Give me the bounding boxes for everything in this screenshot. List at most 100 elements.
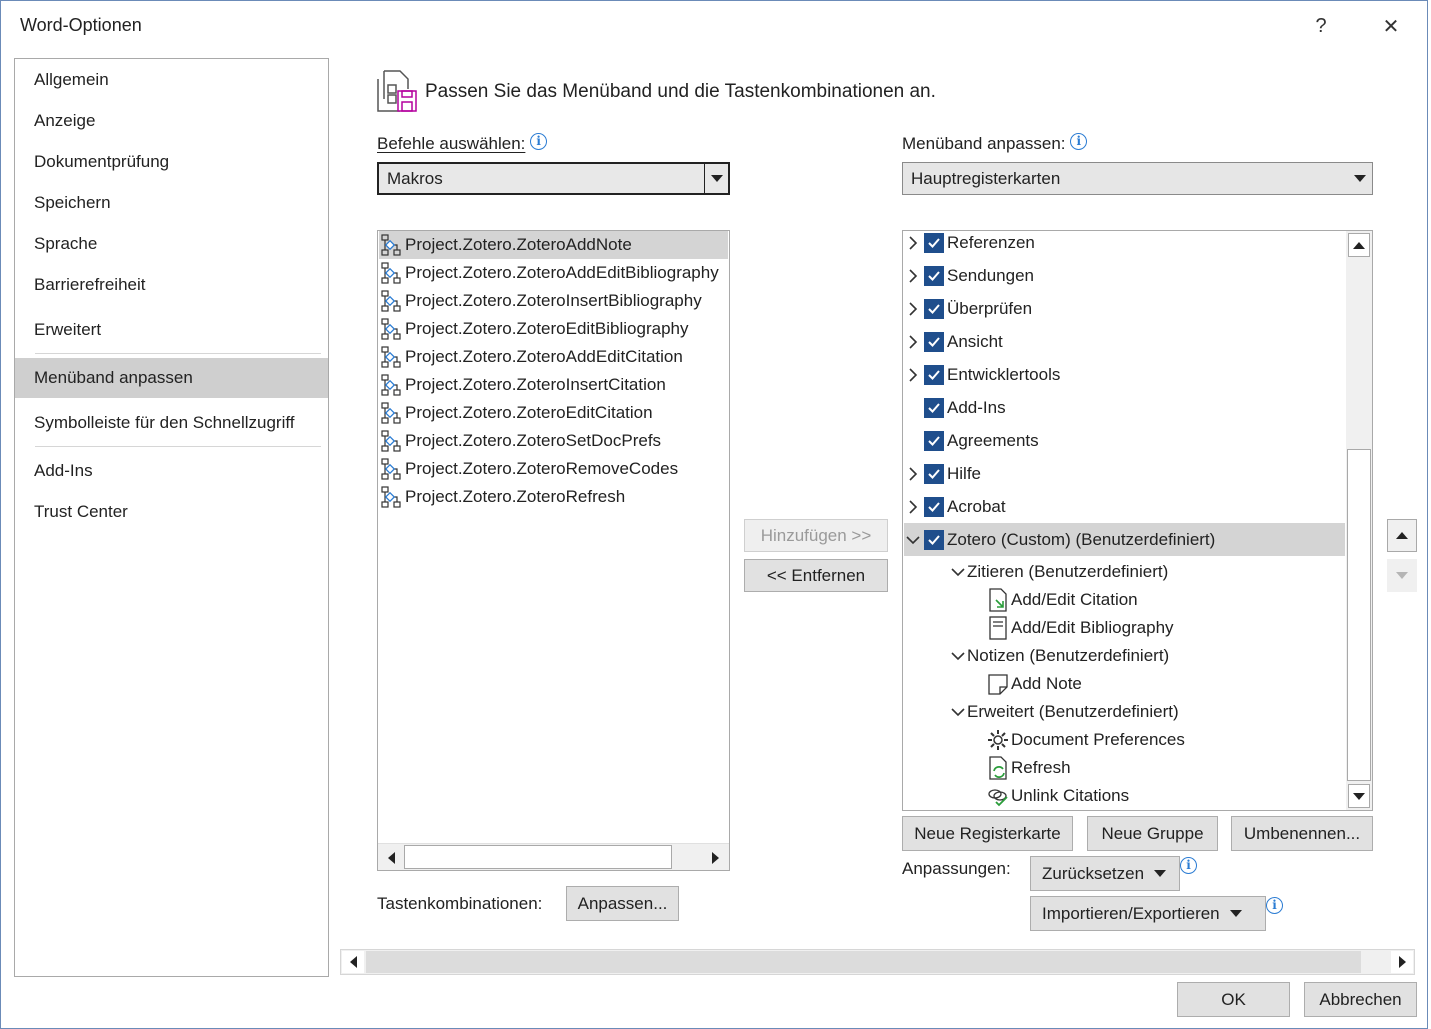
macro-list-item[interactable]: Project.Zotero.ZoteroAddEditCitation <box>379 343 728 371</box>
chevron-down-icon[interactable] <box>949 563 967 581</box>
checkbox[interactable] <box>924 430 944 451</box>
macro-list-item[interactable]: Project.Zotero.ZoteroRefresh <box>379 483 728 511</box>
chevron-right-icon[interactable] <box>904 333 922 351</box>
ribbon-tab-item[interactable]: Hilfe <box>904 457 1344 490</box>
chevron-down-icon[interactable] <box>949 703 967 721</box>
ribbon-tab-item[interactable]: Zotero (Custom) (Benutzerdefiniert) <box>904 523 1345 556</box>
nav-item-barrierefreiheit[interactable]: Barrierefreiheit <box>15 265 328 305</box>
nav-item-anzeige[interactable]: Anzeige <box>15 101 328 141</box>
command-add-note[interactable]: Add Note <box>987 670 1082 698</box>
ribbon-tab-item[interactable]: Acrobat <box>904 490 1344 523</box>
move-down-button[interactable] <box>1387 559 1417 592</box>
checkbox[interactable] <box>924 397 944 418</box>
info-icon[interactable]: i <box>1070 133 1088 150</box>
group-erweitert[interactable]: Erweitert (Benutzerdefiniert) <box>949 698 1179 726</box>
ribbon-tree[interactable]: Referenzen Sendungen Überprüfen Ansicht Entw… <box>902 230 1373 811</box>
checkbox[interactable] <box>924 496 944 517</box>
nav-item-schnellzugriff[interactable]: Symbolleiste für den Schnellzugriff <box>15 403 328 443</box>
macro-icon <box>381 402 401 424</box>
horizontal-scrollbar[interactable] <box>378 843 729 870</box>
add-button[interactable]: Hinzufügen >> <box>744 519 888 552</box>
nav-item-allgemein[interactable]: Allgemein <box>15 60 328 100</box>
new-tab-button[interactable]: Neue Registerkarte <box>902 816 1073 851</box>
info-icon[interactable]: i <box>1180 857 1197 874</box>
reset-dropdown-button[interactable]: Zurücksetzen <box>1030 856 1180 891</box>
macro-list-item[interactable]: Project.Zotero.ZoteroAddEditBibliography <box>379 259 728 287</box>
ribbon-label: Menüband anpassen: i <box>902 133 1088 154</box>
macro-list[interactable]: Project.Zotero.ZoteroAddNote Project.Zote… <box>377 230 730 871</box>
macro-list-item[interactable]: Project.Zotero.ZoteroEditBibliography <box>379 315 728 343</box>
command-refresh[interactable]: Refresh <box>987 754 1071 782</box>
chevron-down-icon[interactable] <box>1348 163 1372 194</box>
chevron-down-icon[interactable] <box>949 647 967 665</box>
nav-item-menueband-anpassen[interactable]: Menüband anpassen <box>15 358 328 398</box>
chevron-right-icon[interactable] <box>904 300 922 318</box>
group-zitieren[interactable]: Zitieren (Benutzerdefiniert) <box>949 558 1168 586</box>
scroll-left-icon[interactable] <box>380 847 402 869</box>
nav-item-trust-center[interactable]: Trust Center <box>15 492 328 532</box>
checkbox[interactable] <box>924 463 944 484</box>
scroll-thumb[interactable] <box>366 951 1361 973</box>
ribbon-tab-item[interactable]: Überprüfen <box>904 292 1344 325</box>
chevron-right-icon[interactable] <box>904 498 922 516</box>
chevron-right-icon[interactable] <box>904 465 922 483</box>
help-button[interactable]: ? <box>1301 9 1341 43</box>
import-export-dropdown-button[interactable]: Importieren/Exportieren <box>1030 896 1266 931</box>
chevron-right-icon[interactable] <box>904 366 922 384</box>
scroll-thumb[interactable] <box>404 845 672 869</box>
rename-button[interactable]: Umbenennen... <box>1231 816 1373 851</box>
chevron-right-icon[interactable] <box>904 267 922 285</box>
close-button[interactable]: ✕ <box>1371 9 1411 43</box>
ribbon-tab-item[interactable]: Sendungen <box>904 259 1344 292</box>
chevron-down-icon[interactable] <box>704 164 728 193</box>
scroll-thumb[interactable] <box>1347 449 1371 781</box>
command-add-edit-bibliography[interactable]: Add/Edit Bibliography <box>987 614 1174 642</box>
scroll-right-icon[interactable] <box>704 847 726 869</box>
ok-button[interactable]: OK <box>1177 982 1290 1017</box>
cancel-button[interactable]: Abbrechen <box>1304 982 1417 1017</box>
checkbox[interactable] <box>924 232 944 253</box>
macro-list-item[interactable]: Project.Zotero.ZoteroEditCitation <box>379 399 728 427</box>
macro-list-item[interactable]: Project.Zotero.ZoteroRemoveCodes <box>379 455 728 483</box>
checkbox[interactable] <box>924 529 944 550</box>
command-unlink-citations[interactable]: Unlink Citations <box>987 782 1129 810</box>
scroll-up-icon[interactable] <box>1348 233 1370 257</box>
checkbox[interactable] <box>924 331 944 352</box>
scroll-right-icon[interactable] <box>1391 951 1413 973</box>
info-icon[interactable]: i <box>530 133 548 150</box>
checkbox[interactable] <box>924 298 944 319</box>
page-horizontal-scrollbar[interactable] <box>340 949 1415 975</box>
customize-shortcuts-button[interactable]: Anpassen... <box>566 886 679 921</box>
chevron-down-icon[interactable] <box>904 531 922 549</box>
chevron-right-icon[interactable] <box>904 234 922 252</box>
command-document-preferences[interactable]: Document Preferences <box>987 726 1185 754</box>
macro-list-item[interactable]: Project.Zotero.ZoteroSetDocPrefs <box>379 427 728 455</box>
move-up-button[interactable] <box>1387 519 1417 552</box>
checkbox[interactable] <box>924 364 944 385</box>
ribbon-tab-item[interactable]: Ansicht <box>904 325 1344 358</box>
ribbon-tab-item[interactable]: Referenzen <box>904 231 1344 259</box>
command-add-edit-citation[interactable]: Add/Edit Citation <box>987 586 1138 614</box>
ribbon-tab-item[interactable]: Add-Ins <box>904 391 1344 424</box>
nav-item-speichern[interactable]: Speichern <box>15 183 328 223</box>
commands-dropdown[interactable]: Makros <box>377 162 730 195</box>
group-notizen[interactable]: Notizen (Benutzerdefiniert) <box>949 642 1169 670</box>
ribbon-dropdown[interactable]: Hauptregisterkarten <box>902 162 1373 195</box>
remove-button[interactable]: << Entfernen <box>744 559 888 592</box>
ribbon-tab-item[interactable]: Agreements <box>904 424 1344 457</box>
new-group-button[interactable]: Neue Gruppe <box>1087 816 1218 851</box>
macro-list-item[interactable]: Project.Zotero.ZoteroInsertBibliography <box>379 287 728 315</box>
macro-list-item[interactable]: Project.Zotero.ZoteroInsertCitation <box>379 371 728 399</box>
scroll-down-icon[interactable] <box>1348 784 1370 808</box>
scroll-left-icon[interactable] <box>342 951 364 973</box>
vertical-scrollbar[interactable] <box>1346 231 1372 810</box>
ribbon-tab-item[interactable]: Entwicklertools <box>904 358 1344 391</box>
nav-item-dokumentpruefung[interactable]: Dokumentprüfung <box>15 142 328 182</box>
nav-item-sprache[interactable]: Sprache <box>15 224 328 264</box>
nav-item-add-ins[interactable]: Add-Ins <box>15 451 328 491</box>
nav-item-erweitert[interactable]: Erweitert <box>15 310 328 350</box>
unlink-icon <box>988 789 1008 807</box>
macro-list-item[interactable]: Project.Zotero.ZoteroAddNote <box>379 231 728 259</box>
checkbox[interactable] <box>924 265 944 286</box>
info-icon[interactable]: i <box>1266 897 1283 914</box>
